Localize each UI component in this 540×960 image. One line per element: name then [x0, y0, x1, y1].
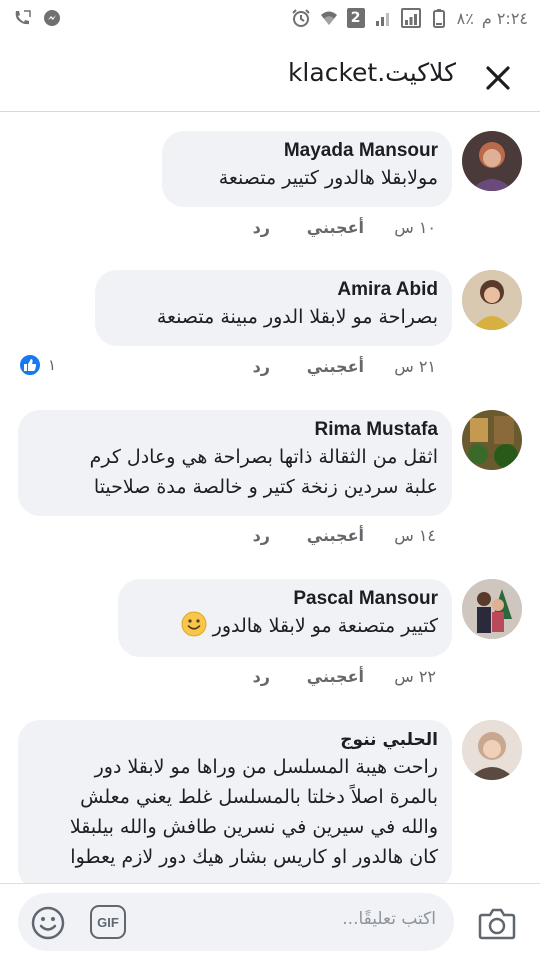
- comment-actions: ١٤ س أعجبني رد: [253, 523, 436, 547]
- comment-time: ١٠ س: [394, 217, 436, 237]
- comment-time: ٢١ س: [394, 356, 436, 376]
- sim-1-signal-icon: [400, 8, 421, 28]
- alarm-icon: [291, 8, 311, 28]
- comment-time: ١٤ س: [394, 525, 436, 545]
- comment-bubble[interactable]: Pascal Mansour كتيير متصنعة مو لابقلا ها…: [118, 579, 452, 657]
- comment-text-line: بالمرة اصلاً دخلتا بالمسلسل غلط يعني معل…: [80, 786, 438, 808]
- clock: ٢:٢٤ م: [481, 8, 528, 28]
- messenger-notification-icon: [42, 8, 62, 28]
- comment-text: بصراحة مو لابقلا الدور مبينة متصنعة: [156, 306, 438, 328]
- wifi-calling-icon: [12, 8, 32, 28]
- camera-icon: [478, 908, 516, 940]
- comment-text-line: والله في سيرين في نسرين طافش والله بيلبق…: [69, 816, 438, 838]
- comment-text-line: اثقل من الثقالة ذاتها بصراحة هي وعادل كر…: [89, 446, 438, 468]
- commenter-name[interactable]: Mayada Mansour: [176, 139, 438, 163]
- avatar[interactable]: [462, 579, 522, 639]
- comment-text-line: علبة سردين زنخة كتير و خالصة مدة صلاحيتا: [93, 476, 438, 498]
- like-button[interactable]: أعجبني: [270, 526, 364, 545]
- comment-text-line: راحت هيبة المسلسل من وراها مو لابقلا دور: [94, 756, 438, 778]
- signal-icon: [373, 8, 393, 28]
- status-bar: 2 ٨٪ ٢:٢٤ م: [0, 0, 540, 36]
- reaction-count: ١: [48, 356, 57, 374]
- comment-composer: GIF اكتب تعليقًا...: [0, 883, 540, 960]
- comment-text-line: كان هالدور او كاريس بشار هيك دور لازم يع…: [70, 846, 438, 868]
- comment-actions: ١٠ س أعجبني رد: [253, 215, 436, 239]
- commenter-name[interactable]: Rima Mustafa: [32, 418, 438, 442]
- comment-list[interactable]: Mayada Mansour مولابقلا هالدور كتيير متص…: [0, 113, 540, 883]
- comments-screen: 2 ٨٪ ٢:٢٤ م klacket.كلاكيت Mayada Mansou…: [0, 0, 540, 960]
- emoji-button[interactable]: [30, 905, 66, 941]
- gif-button[interactable]: GIF: [90, 905, 126, 939]
- comment-bubble[interactable]: Amira Abid بصراحة مو لابقلا الدور مبينة …: [95, 270, 452, 346]
- avatar[interactable]: [462, 270, 522, 330]
- smiley-emoji-icon: [181, 611, 207, 637]
- avatar[interactable]: [462, 410, 522, 470]
- comment-text: كتيير متصنعة مو لابقلا هالدور: [212, 615, 438, 637]
- reply-button[interactable]: رد: [253, 526, 270, 545]
- comment-text: مولابقلا هالدور كتيير متصنعة: [218, 167, 438, 189]
- comment-input[interactable]: GIF اكتب تعليقًا...: [18, 893, 454, 951]
- like-button[interactable]: أعجبني: [270, 357, 364, 376]
- camera-button[interactable]: [478, 906, 516, 942]
- comment-bubble[interactable]: Mayada Mansour مولابقلا هالدور كتيير متص…: [162, 131, 452, 207]
- reaction-summary[interactable]: ١: [18, 353, 56, 377]
- like-button[interactable]: أعجبني: [270, 667, 364, 686]
- avatar[interactable]: [462, 131, 522, 191]
- comment-actions: ٢٢ س أعجبني رد: [253, 664, 436, 688]
- avatar[interactable]: [462, 720, 522, 780]
- close-icon: [486, 66, 510, 90]
- reply-button[interactable]: رد: [253, 667, 270, 686]
- commenter-name[interactable]: Amira Abid: [109, 278, 438, 302]
- close-button[interactable]: [482, 62, 514, 94]
- page-title: klacket.كلاكيت: [287, 58, 456, 87]
- battery-percent: ٨٪: [456, 8, 474, 28]
- comment-placeholder: اكتب تعليقًا...: [342, 909, 436, 929]
- battery-icon: [429, 8, 449, 28]
- sim-2-badge: 2: [346, 8, 365, 28]
- comment-bubble[interactable]: الحلبي ننوج راحت هيبة المسلسل من وراها م…: [18, 720, 452, 883]
- header-bar: klacket.كلاكيت: [0, 44, 540, 112]
- commenter-name[interactable]: الحلبي ننوج: [32, 728, 438, 752]
- comment-actions: ٢١ س أعجبني رد: [253, 354, 436, 378]
- reply-button[interactable]: رد: [253, 218, 270, 237]
- like-button[interactable]: أعجبني: [270, 218, 364, 237]
- smiley-icon: [31, 906, 65, 940]
- reply-button[interactable]: رد: [253, 357, 270, 376]
- comment-time: ٢٢ س: [394, 666, 436, 686]
- wifi-icon: [319, 8, 339, 28]
- thumbs-up-icon: [18, 353, 42, 377]
- commenter-name[interactable]: Pascal Mansour: [132, 587, 438, 611]
- comment-bubble[interactable]: Rima Mustafa اثقل من الثقالة ذاتها بصراح…: [18, 410, 452, 516]
